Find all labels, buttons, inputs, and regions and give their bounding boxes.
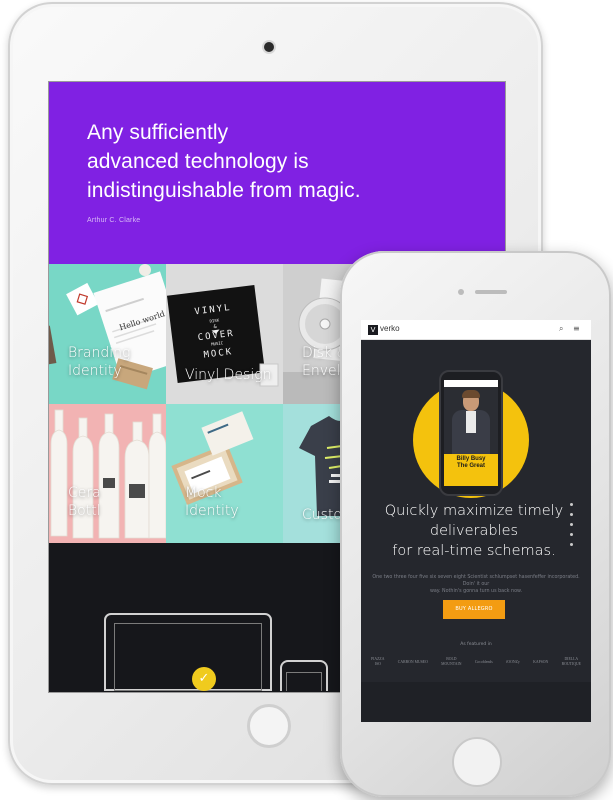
portfolio-tile-bottles[interactable]: Cera Bottl [49, 404, 166, 544]
device-mockup-stage: Any sufficiently advanced technology is … [0, 0, 613, 800]
quote-line: Any sufficiently [87, 121, 229, 144]
featured-logo[interactable]: BOLD MOUNTAIN [441, 657, 461, 667]
tile-label-mock-identity: Mock Identity [185, 485, 239, 519]
hero-headline: Quickly maximize timely deliverables for… [384, 503, 564, 559]
hero-phone-card: Billy Busy The Great [444, 454, 498, 486]
model-hair [462, 390, 480, 398]
hero-phone-title: Billy Busy The Great [456, 456, 486, 469]
tablet-home-button[interactable] [247, 704, 291, 748]
featured-logo[interactable]: fOONZy [506, 660, 520, 665]
quote-hero: Any sufficiently advanced technology is … [49, 82, 505, 264]
phone-sensor [458, 289, 464, 295]
brand-logo-icon[interactable]: V [368, 325, 378, 335]
featured-in-label: As featured in [460, 642, 492, 647]
quote-line: advanced technology is [87, 150, 309, 173]
hero-phone-screen: Billy Busy The Great [444, 380, 498, 486]
tile-label-bottles: Cera Bottl [68, 485, 101, 519]
hero-body-text: One two three four five six seven eight … [372, 575, 580, 594]
search-icon[interactable]: ⌕ [559, 324, 563, 334]
portfolio-tile-vinyl[interactable]: VINYL DISK & COVER MUSIC MOCK Vinyl Desi… [166, 264, 283, 404]
quote-author: Arthur C. Clarke [87, 217, 141, 224]
laptop-screen-outline [114, 623, 262, 691]
tile-label-vinyl: Vinyl Design [185, 367, 272, 383]
hero-quote: Any sufficiently advanced technology is … [87, 118, 447, 205]
featured-logo[interactable]: KAPSON [533, 660, 548, 665]
portfolio-tile-branding[interactable]: Hello world. Branding Identity [49, 264, 166, 404]
hero-phone-mockup: Billy Busy The Great [439, 370, 503, 496]
phone-navbar: V verko ⌕ ≡ [361, 320, 591, 340]
phone-screen-outline [286, 672, 322, 691]
check-icon: ✓ [192, 667, 216, 691]
quote-line: indistinguishable from magic. [87, 179, 361, 202]
featured-logo[interactable]: DIELLA BOUTIQUE [562, 657, 581, 667]
featured-logo[interactable]: Cocoblends [475, 660, 493, 665]
tablet-camera [264, 42, 274, 52]
business-cards-illustration [171, 411, 254, 505]
branding-mockup-illustration: Hello world. [49, 264, 166, 390]
tile-label-branding: Branding Identity [68, 345, 131, 379]
phone-screen: V verko ⌕ ≡ Billy Busy The Great Quickly… [361, 320, 591, 722]
hero-phone-navbar [444, 380, 498, 387]
featured-logos: PIAZZA ISO CARBON MUSEO BOLD MOUNTAIN Coco… [371, 654, 581, 670]
bottles-illustration [50, 409, 166, 539]
phone-home-button[interactable] [452, 737, 502, 787]
hamburger-menu-icon[interactable]: ≡ [573, 324, 580, 333]
buy-allegro-button[interactable]: BUY ALLEGRO [443, 600, 505, 619]
brand-name[interactable]: verko [380, 324, 400, 333]
featured-logo[interactable]: PIAZZA ISO [371, 657, 385, 667]
model-shirt [466, 411, 476, 433]
featured-logo[interactable]: CARBON MUSEO [398, 660, 428, 665]
phone-bottom-section [361, 682, 591, 722]
phone-speaker [475, 290, 507, 294]
portfolio-tile-mock-identity[interactable]: Mock Identity [166, 404, 283, 544]
